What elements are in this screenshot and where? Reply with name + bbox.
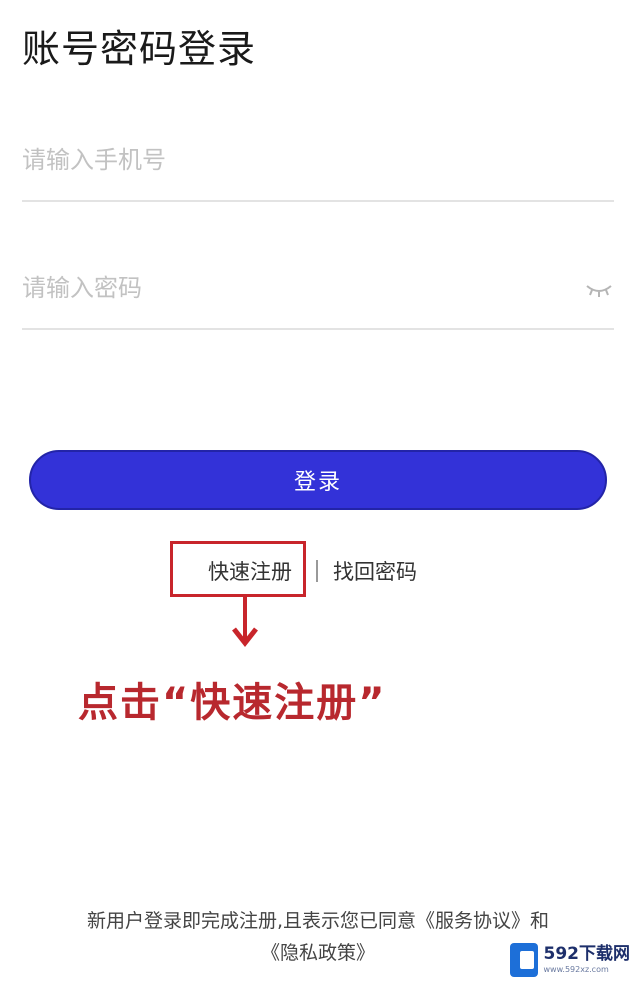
watermark-text: 592下载网 www.592xz.com: [544, 946, 631, 974]
watermark-site: www.592xz.com: [543, 965, 609, 974]
password-field: [22, 258, 614, 330]
privacy-link[interactable]: 《隐私政策》: [261, 942, 375, 964]
login-button[interactable]: 登录: [29, 450, 607, 510]
password-input[interactable]: [22, 258, 562, 318]
forgot-password-link[interactable]: 找回密码: [333, 556, 417, 586]
annotation-highlight-box: [170, 541, 306, 597]
page-title: 账号密码登录: [22, 27, 257, 71]
link-divider: [316, 560, 318, 582]
agreement-prefix: 新用户登录即完成注册,且表示您已同意: [86, 910, 416, 932]
terms-link[interactable]: 《服务协议》: [416, 910, 530, 932]
phone-field: [22, 130, 614, 202]
annotation-text: 点击“快速注册”: [78, 680, 387, 726]
auth-links: 快速注册 找回密码: [0, 556, 636, 592]
eye-closed-icon[interactable]: [584, 276, 614, 300]
login-button-label: 登录: [293, 470, 342, 495]
agreement-conjunction: 和: [530, 910, 550, 932]
phone-input[interactable]: [22, 130, 562, 190]
watermark-badge: 592下载网 www.592xz.com: [510, 940, 630, 980]
arrow-down-icon: [232, 597, 258, 648]
watermark-logo-icon: [510, 943, 538, 977]
watermark-brand: 592下载网: [543, 944, 631, 964]
